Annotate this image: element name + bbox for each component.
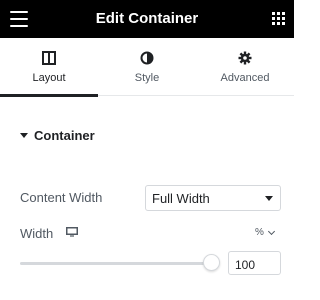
columns-icon xyxy=(42,51,56,65)
panel-header: Edit Container xyxy=(0,0,294,38)
desktop-monitor-icon[interactable] xyxy=(66,227,78,237)
section-container-toggle[interactable]: Container xyxy=(20,128,95,143)
tab-style[interactable]: Style xyxy=(98,38,196,96)
width-number-input[interactable] xyxy=(228,251,281,275)
tab-layout[interactable]: Layout xyxy=(0,38,98,97)
width-slider[interactable] xyxy=(20,254,220,272)
tab-style-label: Style xyxy=(134,72,160,84)
content-width-select[interactable]: Full Width xyxy=(145,185,281,211)
widgets-grid-icon[interactable] xyxy=(272,12,285,25)
chevron-down-icon xyxy=(267,227,275,235)
half-circle-icon xyxy=(140,51,154,65)
unit-selector[interactable]: % xyxy=(255,227,275,238)
chevron-down-icon xyxy=(265,196,273,201)
section-title: Container xyxy=(34,128,95,143)
content-width-label: Content Width xyxy=(20,190,103,205)
gear-icon xyxy=(238,51,252,65)
width-label: Width xyxy=(20,226,54,241)
content-width-value: Full Width xyxy=(152,191,210,206)
tab-layout-label: Layout xyxy=(32,72,66,84)
tab-advanced-label: Advanced xyxy=(220,72,270,84)
tab-advanced[interactable]: Advanced xyxy=(196,38,294,96)
unit-value: % xyxy=(255,227,264,238)
panel-title: Edit Container xyxy=(95,10,199,27)
panel-tabs: Layout Style Advanced xyxy=(0,38,294,97)
slider-track xyxy=(20,262,214,265)
caret-down-icon xyxy=(20,133,28,138)
slider-handle[interactable] xyxy=(203,254,220,271)
